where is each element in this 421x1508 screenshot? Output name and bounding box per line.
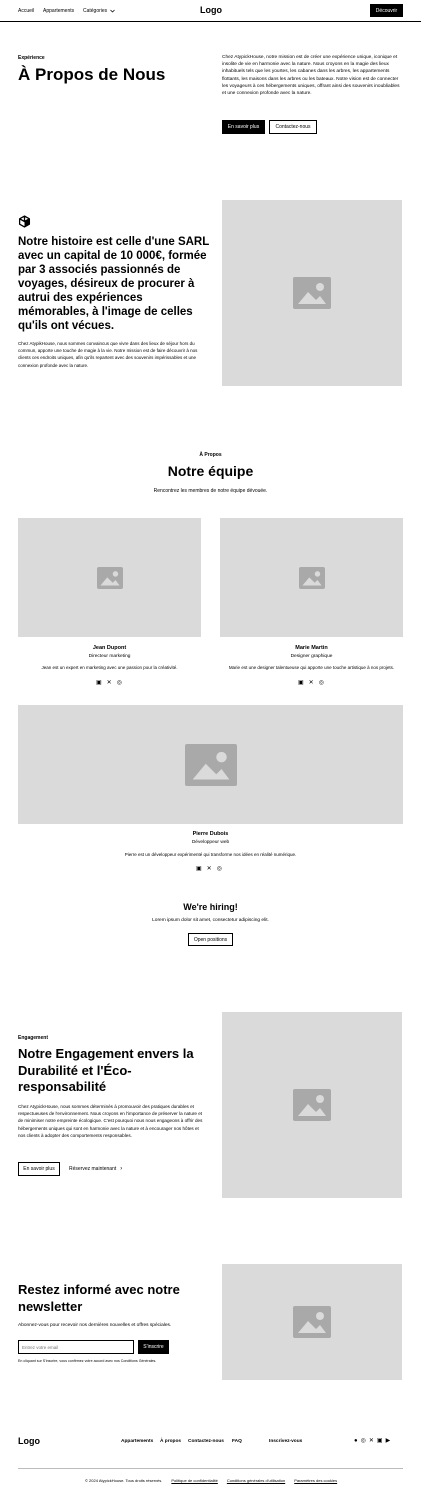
footer-logo[interactable]: Logo	[18, 1436, 40, 1446]
book-now-link[interactable]: Réservez maintenant ›	[69, 1166, 122, 1172]
nav-dropdown-categories[interactable]: Catégories	[83, 8, 115, 14]
member-social-links: ▣ ✕ ◎	[196, 866, 222, 872]
hiring-title: We're hiring!	[183, 902, 238, 912]
x-icon[interactable]: ✕	[107, 680, 112, 686]
dribbble-icon[interactable]: ◎	[117, 680, 122, 686]
member-social-links: ▣ ✕ ◎	[96, 680, 122, 686]
nav-dropdown-label: Catégories	[83, 8, 108, 14]
page-title: À Propos de Nous	[18, 65, 166, 84]
footer-link-contact[interactable]: Contactez-nous	[188, 1439, 224, 1444]
privacy-policy-link[interactable]: Politique de confidentialité	[171, 1478, 217, 1483]
story-title: Notre histoire est celle d'une SARL avec…	[18, 236, 210, 332]
team-subtitle: Rencontrez les membres de notre équipe d…	[153, 488, 268, 494]
member-role: Développeur web	[191, 840, 230, 845]
terms-link[interactable]: Conditions générales d'utilisation	[227, 1478, 285, 1483]
member-name: Marie Martin	[295, 645, 328, 651]
engagement-learn-more-button[interactable]: En savoir plus	[18, 1162, 60, 1176]
member-role: Designer graphique	[290, 654, 333, 659]
image-icon	[293, 1089, 331, 1121]
linkedin-icon[interactable]: ▣	[196, 866, 202, 872]
dribbble-icon[interactable]: ◎	[319, 680, 324, 686]
footer-link-register[interactable]: Inscrivez-vous	[269, 1439, 302, 1444]
learn-more-button[interactable]: En savoir plus	[222, 120, 265, 134]
newsletter-image	[222, 1264, 402, 1380]
member-name: Pierre Dubois	[192, 831, 229, 837]
discover-button[interactable]: Découvrir	[370, 4, 403, 17]
footer-legal-bar: © 2024 AtypickHouse. Tous droits réservé…	[85, 1478, 337, 1483]
member-photo	[220, 518, 403, 637]
youtube-icon[interactable]: ▶	[386, 1438, 391, 1444]
member-bio: Marie est une designer talentueuse qui a…	[228, 665, 395, 670]
member-role: Directeur marketing	[88, 654, 131, 659]
member-photo	[18, 518, 201, 637]
footer-link-faq[interactable]: FAQ	[232, 1439, 242, 1444]
image-icon	[184, 743, 237, 786]
member-name: Jean Dupont	[92, 645, 127, 651]
instagram-icon[interactable]: ◎	[361, 1438, 366, 1444]
engagement-tagline: Engagement	[18, 1035, 49, 1041]
engagement-title: Notre Engagement envers la Durabilité et…	[18, 1046, 194, 1094]
engagement-text: Chez AtypickHouse, nous sommes déterminé…	[18, 1104, 203, 1138]
chevron-down-icon	[110, 9, 115, 13]
linkedin-icon[interactable]: ▣	[298, 680, 304, 686]
cookie-settings-link[interactable]: Paramètres des cookies	[294, 1478, 337, 1483]
footer-link-appartements[interactable]: Appartements	[121, 1439, 153, 1444]
x-icon[interactable]: ✕	[207, 866, 212, 872]
image-icon	[96, 566, 123, 589]
hero-tagline: Expérience	[18, 55, 45, 61]
story-text: Chez AtypikHouse, nous sommes convaincus…	[18, 341, 198, 368]
email-input[interactable]	[18, 1340, 134, 1354]
hiring-text: Lorem ipsum dolor sit amet, consectetur …	[152, 918, 269, 923]
linkedin-icon[interactable]: ▣	[377, 1438, 383, 1444]
engagement-image	[222, 1012, 402, 1198]
member-photo	[18, 705, 403, 824]
facebook-icon[interactable]: ●	[354, 1438, 358, 1444]
logo[interactable]: Logo	[200, 5, 222, 15]
nav-link-appartements[interactable]: Appartements	[43, 8, 74, 14]
top-navigation: Accueil Appartements Catégories Logo Déc…	[0, 0, 421, 22]
linkedin-icon[interactable]: ▣	[96, 680, 102, 686]
dribbble-icon[interactable]: ◎	[217, 866, 222, 872]
story-image	[222, 200, 402, 386]
image-icon	[293, 1306, 331, 1338]
x-icon[interactable]: ✕	[309, 680, 314, 686]
nav-link-accueil[interactable]: Accueil	[18, 8, 34, 14]
cube-icon	[18, 215, 31, 228]
member-bio: Pierre est un développeur expérimenté qu…	[124, 852, 297, 857]
team-title: Notre équipe	[167, 463, 254, 479]
copyright: © 2024 AtypickHouse. Tous droits réservé…	[85, 1478, 163, 1483]
image-icon	[298, 566, 325, 589]
subscribe-button[interactable]: S'inscrire	[138, 1340, 169, 1354]
footer-divider	[18, 1468, 403, 1469]
team-tagline: À Propos	[199, 452, 222, 458]
contact-button[interactable]: Contactez-nous	[269, 120, 317, 134]
newsletter-disclaimer: En cliquant sur S'inscrire, vous confirm…	[18, 1359, 157, 1363]
x-icon[interactable]: ✕	[369, 1438, 374, 1444]
member-bio: Jean est un expert en marketing avec une…	[41, 665, 178, 670]
open-positions-button[interactable]: Open positions	[188, 933, 233, 946]
newsletter-title: Restez informé avec notre newsletter	[18, 1282, 180, 1314]
footer-social-links: ● ◎ ✕ ▣ ▶	[354, 1438, 390, 1444]
member-social-links: ▣ ✕ ◎	[298, 680, 324, 686]
book-now-label: Réservez maintenant	[69, 1166, 117, 1172]
hero-description: Chez AtypickHouse, notre mission est de …	[222, 55, 400, 97]
image-icon	[293, 277, 331, 309]
newsletter-text: Abonnez-vous pour recevoir nos dernières…	[18, 1323, 172, 1328]
chevron-right-icon: ›	[120, 1166, 123, 1172]
footer-link-a-propos[interactable]: À propos	[160, 1439, 181, 1444]
